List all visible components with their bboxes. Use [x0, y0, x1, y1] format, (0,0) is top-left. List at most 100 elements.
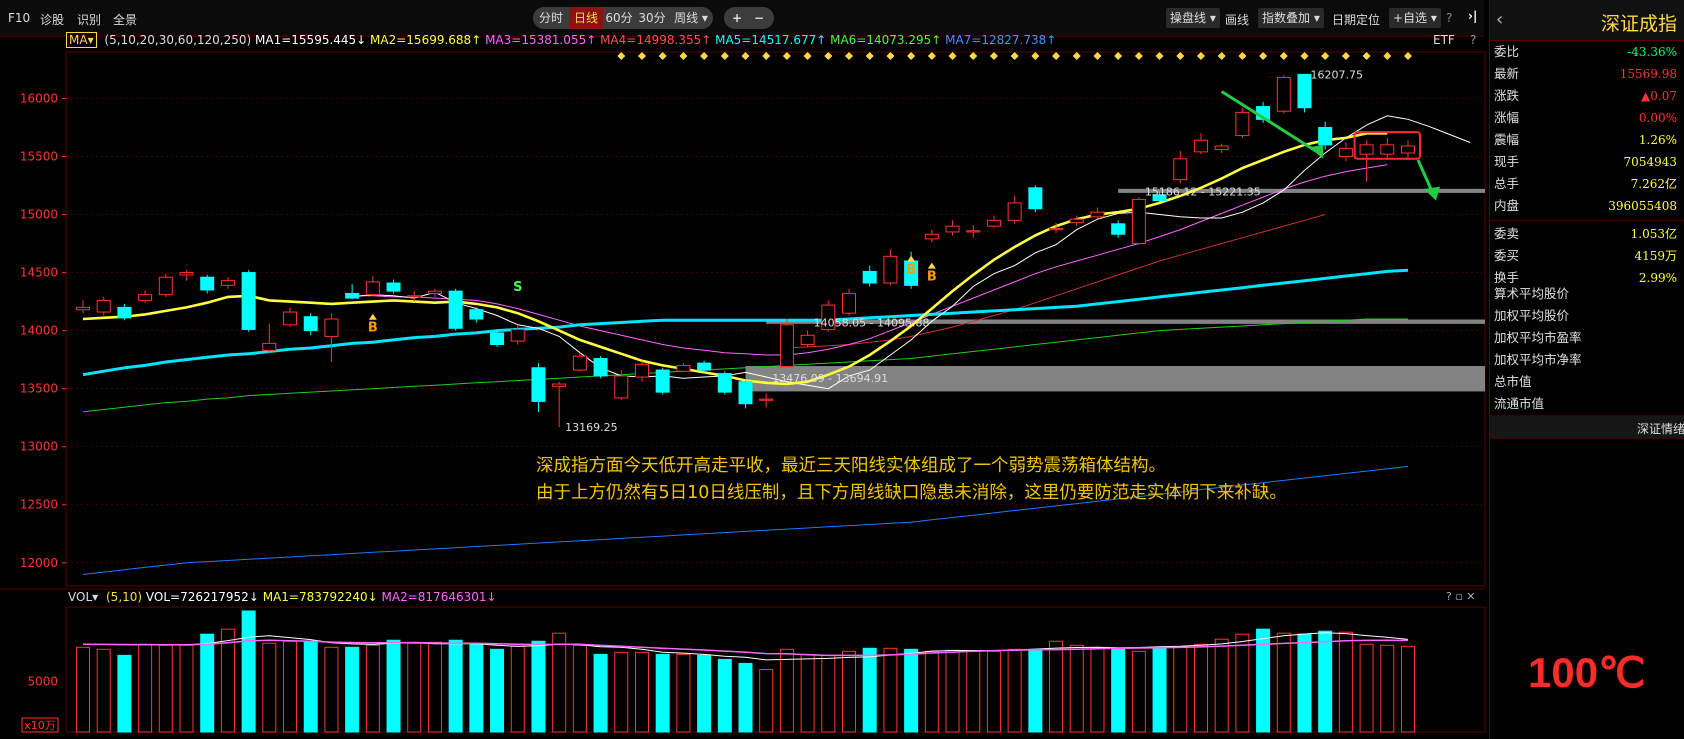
signal-diamond — [948, 52, 957, 60]
candle-body — [117, 306, 132, 319]
date-locate-button[interactable]: 日期定位 — [1332, 11, 1380, 28]
quote-extra-label: 算术平均股价 — [1494, 286, 1570, 301]
zoom-out-button[interactable]: − — [748, 7, 770, 29]
quote-label: 震幅 — [1494, 132, 1520, 147]
help-icon[interactable]: ? — [1446, 11, 1452, 25]
candle-body — [1318, 126, 1333, 146]
toolbar-panorama[interactable]: 全景 — [113, 11, 137, 28]
temperature-value: 100℃ — [1528, 649, 1646, 696]
quote-value: 396055408 — [1608, 199, 1677, 213]
candle-body — [510, 328, 525, 342]
candle-body — [303, 316, 318, 332]
candle-body — [469, 309, 484, 320]
price-label: 15186.12 - 15221.35 — [1145, 185, 1261, 198]
price-label: 13169.25 — [565, 421, 618, 434]
signal-label: B — [906, 263, 916, 278]
volume-bar — [448, 639, 463, 733]
quote-row: 最新 15569.98 — [1490, 63, 1684, 85]
signal-diamond — [927, 52, 936, 60]
volume-bar — [490, 648, 505, 733]
index-overlay-dropdown[interactable]: 指数叠加 ▾ — [1258, 8, 1324, 28]
zoom-in-button[interactable]: + — [726, 7, 748, 29]
tab-daily[interactable]: 日线 — [569, 7, 603, 29]
kline-chart[interactable]: 12000 12500 13000 13500 14000 14500 15000 15500… — [0, 30, 1489, 739]
volume-bar — [96, 648, 111, 733]
signal-diamond — [1321, 52, 1330, 60]
tab-60min[interactable]: 60分 — [603, 7, 635, 29]
draw-line-button[interactable]: 画线 — [1225, 11, 1249, 28]
signal-diamond — [1217, 52, 1226, 60]
quote-extra-label: 加权平均股价 — [1494, 308, 1570, 323]
volume-bar — [1173, 646, 1188, 733]
candle-body — [1401, 145, 1415, 154]
volume-bar — [1069, 644, 1084, 733]
signal-diamond — [1238, 52, 1247, 60]
candle-body — [1028, 187, 1043, 210]
volume-bar — [1276, 632, 1291, 733]
vol-selector[interactable]: VOL▾ — [68, 590, 98, 604]
self-select-label: +自选 — [1393, 11, 1428, 25]
quote-extra-row: 加权平均市净率 — [1490, 349, 1684, 371]
signal-diamond — [865, 52, 874, 60]
quote-row: 委比 -43.36% — [1490, 41, 1684, 63]
volume-bar — [200, 633, 215, 733]
candle-body — [1338, 147, 1353, 157]
candle-body — [759, 398, 774, 401]
tab-timeshare[interactable]: 分时 — [533, 7, 569, 29]
tab-week-dropdown[interactable]: 周线 ▾ — [669, 7, 713, 29]
volume-bar — [552, 632, 567, 733]
self-select-dropdown[interactable]: +自选 ▾ — [1389, 8, 1441, 28]
y-tick-label: 15000 — [20, 208, 58, 222]
volume-bar — [179, 644, 194, 733]
y-tick-label: 13500 — [20, 382, 58, 396]
sentiment-bar[interactable]: 深证情绪 — [1490, 415, 1684, 439]
vol-params: (5,10) — [106, 590, 143, 604]
volume-bar — [138, 643, 153, 733]
volume-bar — [1152, 646, 1167, 733]
quote-value: 7.262亿 — [1630, 177, 1677, 191]
vol-legend-item: MA2=817646301↓ — [377, 590, 497, 604]
divider — [1490, 220, 1684, 221]
signal-diamond — [824, 52, 833, 60]
quote-extra-row: 流通市值 — [1490, 393, 1684, 415]
pan-line-label: 操盘线 — [1170, 11, 1207, 25]
pan-line-dropdown[interactable]: 操盘线 ▾ — [1166, 8, 1220, 28]
signal-diamond — [989, 52, 998, 60]
quote-row: 总手 7.262亿 — [1490, 173, 1684, 195]
back-chevron-icon[interactable]: ‹ — [1496, 9, 1503, 30]
candle-body — [1214, 145, 1229, 151]
toolbar-f10[interactable]: F10 — [8, 11, 30, 25]
collapse-panel-icon[interactable]: ›| — [1468, 9, 1477, 23]
toolbar-identify[interactable]: 识别 — [77, 11, 101, 28]
vol-label: VOL — [68, 590, 93, 604]
signal-diamond — [907, 52, 916, 60]
y-tick-label: 15500 — [20, 149, 58, 163]
candle-body — [1111, 223, 1126, 235]
volume-bar — [220, 628, 235, 733]
signal-diamond — [845, 52, 854, 60]
candle-body — [1359, 144, 1374, 155]
quote-value: 0.00% — [1638, 111, 1677, 125]
signal-diamond — [1093, 52, 1102, 60]
signal-diamond — [1279, 52, 1288, 60]
y-tick-label: 14000 — [20, 324, 58, 338]
volume-bar — [779, 648, 794, 733]
y-tick-label: 13000 — [20, 440, 58, 454]
candle-body — [1069, 218, 1084, 224]
candle-body — [386, 282, 401, 292]
volume-bar — [1380, 644, 1395, 733]
signal-diamond — [1010, 52, 1019, 60]
candle-body — [986, 219, 1001, 227]
toolbar-diagnose[interactable]: 诊股 — [40, 11, 64, 28]
panel-window-controls[interactable]: ? ▫ ✕ — [1446, 590, 1476, 603]
volume-bar — [76, 646, 90, 733]
candle-body — [738, 381, 753, 405]
quote-label: 总手 — [1494, 176, 1520, 191]
signal-diamond — [803, 52, 812, 60]
volume-bar — [614, 651, 629, 733]
vol-values: VOL=726217952↓ MA1=783792240↓ MA2=817646… — [146, 590, 497, 604]
quote-value: 4159万 — [1634, 249, 1677, 263]
signal-diamond — [658, 52, 667, 60]
tab-30min[interactable]: 30分 — [635, 7, 669, 29]
volume-bar — [800, 653, 815, 733]
